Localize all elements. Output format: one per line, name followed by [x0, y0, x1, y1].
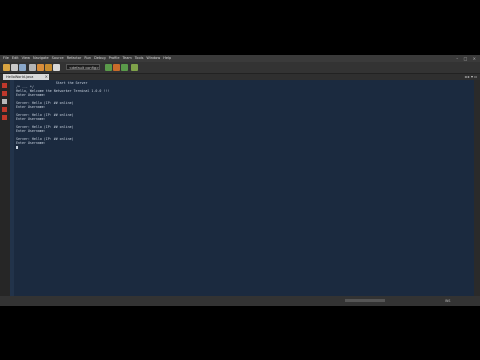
menu-item-file[interactable]: File: [3, 55, 9, 62]
toolbar-button-5[interactable]: [37, 64, 44, 71]
text-caret: [16, 145, 109, 149]
config-select[interactable]: <default config>: [66, 64, 100, 70]
tab-label: HelloWorld.java: [6, 75, 34, 79]
menu-item-refactor[interactable]: Refactor: [67, 55, 82, 62]
close-window-button[interactable]: ×: [473, 56, 476, 61]
menu-item-tools[interactable]: Tools: [135, 55, 144, 62]
stop-icon[interactable]: [2, 99, 7, 104]
vertical-scrollbar[interactable]: [474, 80, 480, 296]
toolbar-button-2[interactable]: [11, 64, 18, 71]
menu-item-navigate[interactable]: Navigate: [33, 55, 49, 62]
toolbar-button-4[interactable]: [29, 64, 36, 71]
toolbar: <default config>: [0, 62, 480, 74]
toolbar-button-3[interactable]: [19, 64, 26, 71]
minimize-button[interactable]: –: [456, 56, 458, 61]
menu-item-source[interactable]: Source: [52, 55, 64, 62]
code-area[interactable]: Start the Server/* ... */Hello, Welcome …: [16, 81, 109, 149]
toolbar-button-9[interactable]: [113, 64, 120, 71]
menu-item-run[interactable]: Run: [84, 55, 91, 62]
run-icon[interactable]: [2, 83, 7, 88]
rerun-icon[interactable]: [2, 91, 7, 96]
menu-item-help[interactable]: Help: [163, 55, 171, 62]
side-gutter: [0, 80, 10, 296]
menu-item-debug[interactable]: Debug: [94, 55, 106, 62]
menu-bar: File Edit View Navigate Source Refactor Run Deb…: [0, 55, 480, 62]
toolbar-button-11[interactable]: [131, 64, 138, 71]
menu-item-view[interactable]: View: [22, 55, 30, 62]
step-icon[interactable]: [2, 115, 7, 120]
toolbar-button-8[interactable]: [105, 64, 112, 71]
debug-icon[interactable]: [2, 107, 7, 112]
ide-window: File Edit View Navigate Source Refactor Run Deb…: [0, 55, 480, 306]
toolbar-button-1[interactable]: [3, 64, 10, 71]
menu-item-team[interactable]: Team: [123, 55, 132, 62]
line-margin: [10, 80, 14, 296]
menu-item-profile[interactable]: Profile: [109, 55, 120, 62]
toolbar-button-10[interactable]: [121, 64, 128, 71]
toolbar-button-7[interactable]: [53, 64, 60, 71]
output-editor[interactable]: Start the Server/* ... */Hello, Welcome …: [10, 80, 474, 296]
menu-item-edit[interactable]: Edit: [12, 55, 19, 62]
status-mode: INS: [445, 299, 451, 303]
progress-bar: [345, 299, 385, 302]
status-bar: INS: [0, 296, 480, 306]
window-controls: – □ ×: [452, 55, 476, 62]
toolbar-button-6[interactable]: [45, 64, 52, 71]
menu-item-window[interactable]: Window: [146, 55, 160, 62]
maximize-button[interactable]: □: [464, 56, 468, 61]
